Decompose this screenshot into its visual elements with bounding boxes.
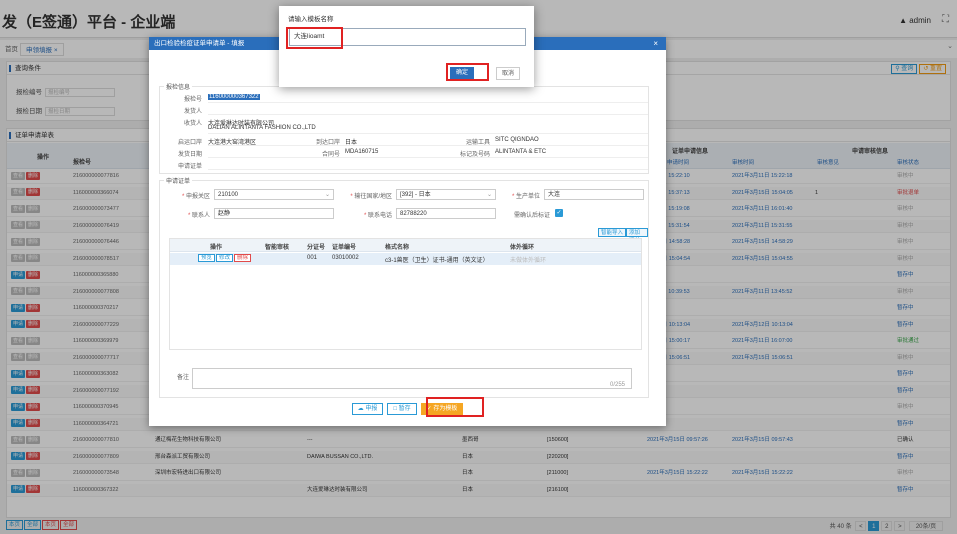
application-modal: 出口检验检疫证单申请单 - 填报 × 报检信息 报检号 1160000003673… (149, 37, 666, 426)
label-remarks: 备注 (176, 375, 189, 381)
delete-button[interactable]: 删除 (234, 254, 252, 262)
cert-sub-no: 001 (307, 255, 318, 261)
value-mark: ALINTANTA & ETC (495, 149, 547, 155)
template-name-input[interactable]: 大连lioamt (289, 28, 526, 46)
preview-button[interactable]: 预览 (198, 254, 216, 262)
label-confirm: 需确认后标证 (513, 213, 550, 219)
dialog-title: 请输入模板名称 (288, 16, 334, 23)
temp-save-button[interactable]: □ 暂存 (387, 403, 417, 415)
cert-row-actions: 预览 修改 删除 (198, 254, 252, 262)
cert-code: 03010002 (332, 255, 359, 261)
confirm-checkbox[interactable]: ✓ (555, 209, 563, 217)
label-customs-text: 申报关区 (185, 194, 210, 200)
country-value: [392] - 日本 (400, 192, 431, 198)
origin-input[interactable]: 大连 (544, 189, 644, 200)
inspection-info-section: 报检信息 报检号 116000000367322 发货人 收货人 大连爱琳达时装… (159, 82, 649, 174)
confirm-button[interactable]: 确定 (450, 67, 474, 80)
cancel-button[interactable]: 取消 (496, 67, 520, 80)
cert-col-sub: 分证号 (307, 245, 326, 251)
phone-input[interactable]: 82788220 (396, 208, 496, 219)
country-select[interactable]: [392] - 日本 ⌄ (396, 189, 496, 200)
template-name-dialog: 请输入模板名称 大连lioamt 确定 取消 (279, 6, 534, 87)
customs-value: 210100 (218, 192, 239, 198)
underline-port (208, 145, 648, 146)
label-date: 发货日期 (177, 152, 202, 158)
label-cert: 申请证单 (177, 164, 202, 170)
chevron-down-icon: ⌄ (324, 192, 330, 198)
cert-row: 预览 修改 删除 001 03010002 c3-1兽医（卫生）证书-通用（英文证）… (170, 253, 641, 265)
underline-no (208, 102, 648, 103)
label-origin-text: 生产单位 (515, 194, 540, 200)
phone-value: 82788220 (400, 211, 427, 217)
cert-col-smart: 智能审核 (265, 245, 290, 251)
underline-receiver (208, 133, 648, 134)
edit-button[interactable]: 修改 (216, 254, 234, 262)
value-no: 116000000367322 (208, 94, 260, 100)
cert-table: 操作 智能审核 分证号 证单编号 格式名称 体外循环 预览 修改 删除 001 03… (169, 238, 642, 350)
value-contract: MDA160715 (345, 149, 379, 155)
value-receiver-en: DALIAN ALINTANTA FASHION CO.,LTD (208, 125, 316, 131)
section-inspection-title: 报检信息 (164, 82, 193, 91)
label-customs: * 申报关区 (181, 194, 210, 200)
label-country-text: 输往国家/地区 (354, 194, 392, 200)
remarks-counter: 0/255 (610, 382, 626, 388)
cert-col-name: 格式名称 (385, 245, 410, 251)
label-contact-text: 联系人 (191, 213, 210, 219)
modal-title: 出口检验检疫证单申请单 - 填报 (154, 40, 245, 47)
label-contact: * 联系人 (187, 213, 210, 219)
origin-value: 大连 (548, 192, 561, 198)
chevron-down-icon: ⌄ (486, 192, 492, 198)
cert-col-loop: 体外循环 (510, 245, 535, 251)
smart-import-button[interactable]: 智能导入 (598, 228, 627, 237)
close-icon[interactable]: × (653, 37, 658, 50)
contact-value: 赵静 (218, 211, 231, 217)
apply-button[interactable]: ☁ 申报 (351, 403, 384, 415)
contact-input[interactable]: 赵静 (214, 208, 334, 219)
underline-date (208, 157, 648, 158)
cert-format-name: c3-1兽医（卫生）证书-通用（英文证） (385, 258, 489, 264)
cert-col-op: 操作 (210, 245, 223, 251)
customs-select[interactable]: 210100 ⌄ (214, 189, 334, 200)
label-port: 启运口岸 (177, 140, 202, 146)
save-template-button[interactable]: ✓ 存为模板 (420, 403, 464, 415)
apply-label: 申报 (365, 406, 378, 412)
cert-loop: 未做体外循环 (510, 258, 547, 264)
label-receiver: 收货人 (183, 121, 202, 127)
label-no: 报检号 (183, 97, 202, 103)
cert-col-code: 证单编号 (332, 245, 357, 251)
modal-body: 报检信息 报检号 116000000367322 发货人 收货人 大连爱琳达时装… (155, 54, 651, 400)
remarks-textarea[interactable] (192, 368, 632, 389)
add-cert-button[interactable]: 添加证单 (626, 228, 648, 244)
cert-table-header: 操作 智能审核 分证号 证单编号 格式名称 体外循环 (170, 239, 641, 252)
section-cert-title: 申请证单 (164, 176, 193, 185)
underline-cert (208, 169, 648, 170)
temp-save-label: 暂存 (398, 406, 411, 412)
modal-footer: ☁ 申报 □ 暂存 ✓ 存为模板 (149, 403, 666, 415)
label-origin: * 生产单位 (511, 194, 540, 200)
underline-sender (208, 114, 648, 115)
save-template-label: 存为模板 (433, 406, 458, 412)
label-phone: * 联系电话 (363, 213, 392, 219)
label-sender: 发货人 (183, 109, 202, 115)
value-transport: SITC QIGNDAO (495, 137, 539, 143)
label-country: * 输往国家/地区 (350, 194, 392, 200)
label-phone-text: 联系电话 (367, 213, 392, 219)
